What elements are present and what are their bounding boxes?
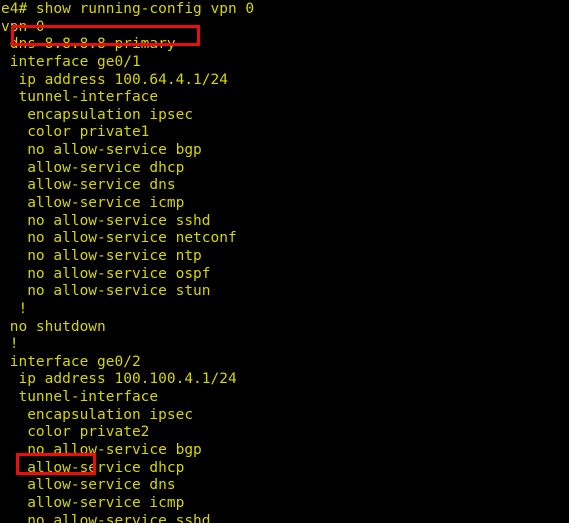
terminal-line: allow-service dhcp bbox=[1, 159, 185, 176]
terminal-line: vpn 0 bbox=[1, 18, 45, 35]
terminal-line: dns 8.8.8.8 primary bbox=[1, 36, 176, 53]
terminal-line: ! bbox=[1, 336, 19, 353]
terminal-line: no allow-service ospf bbox=[1, 265, 211, 282]
terminal-line: allow-service dhcp bbox=[1, 459, 185, 476]
terminal-line: ip address 100.100.4.1/24 bbox=[1, 371, 237, 388]
terminal-line: allow-service dns bbox=[1, 477, 176, 494]
terminal-line: no allow-service ntp bbox=[1, 247, 202, 264]
terminal-line: allow-service icmp bbox=[1, 195, 185, 212]
terminal-line: interface ge0/2 bbox=[1, 353, 141, 370]
terminal-line: no allow-service sshd bbox=[1, 212, 211, 229]
terminal-line: allow-service icmp bbox=[1, 494, 185, 511]
terminal-line: interface ge0/1 bbox=[1, 53, 141, 70]
terminal-line: no shutdown bbox=[1, 318, 106, 335]
terminal-line: color private2 bbox=[1, 424, 150, 441]
terminal-line: ! bbox=[1, 300, 28, 317]
terminal-line: no allow-service bgp bbox=[1, 442, 202, 459]
terminal-line: no allow-service bgp bbox=[1, 142, 202, 159]
terminal-line: encapsulation ipsec bbox=[1, 406, 194, 423]
terminal-output: e4# show running-config vpn 0 vpn 0 dns 8… bbox=[0, 1, 569, 523]
terminal-line: ip address 100.64.4.1/24 bbox=[1, 71, 228, 88]
terminal-line: tunnel-interface bbox=[1, 89, 159, 106]
terminal-line: allow-service dns bbox=[1, 177, 176, 194]
terminal-line: tunnel-interface bbox=[1, 389, 159, 406]
terminal-line: e4# show running-config vpn 0 bbox=[1, 1, 255, 17]
terminal-line: no allow-service stun bbox=[1, 283, 211, 300]
terminal-line: color private1 bbox=[1, 124, 150, 141]
terminal-line: no allow-service netconf bbox=[1, 230, 237, 247]
terminal-window[interactable]: e4# show running-config vpn 0 vpn 0 dns 8… bbox=[0, 0, 569, 523]
terminal-line: no allow-service sshd bbox=[1, 512, 211, 523]
terminal-line: encapsulation ipsec bbox=[1, 106, 194, 123]
